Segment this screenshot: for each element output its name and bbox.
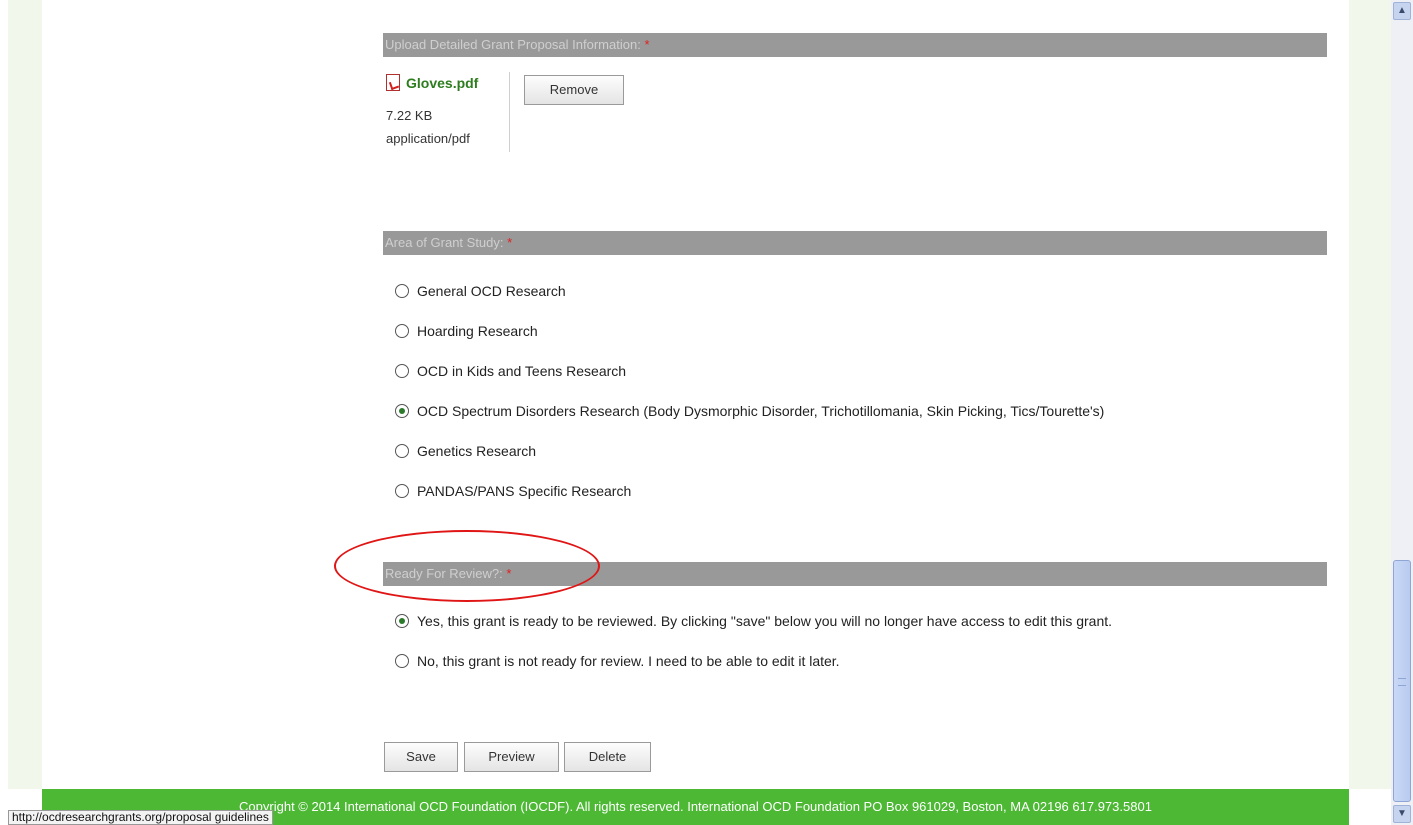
required-mark: * bbox=[644, 37, 650, 52]
area-option-general[interactable]: General OCD Research bbox=[395, 281, 566, 301]
radio-button[interactable] bbox=[395, 654, 409, 668]
review-option-no[interactable]: No, this grant is not ready for review. … bbox=[395, 651, 840, 671]
file-name-link[interactable]: Gloves.pdf bbox=[406, 75, 478, 91]
vertical-scrollbar[interactable]: ▲ ▼ bbox=[1391, 0, 1413, 825]
upload-section-label: Upload Detailed Grant Proposal Informati… bbox=[385, 37, 641, 52]
annotation-circle bbox=[334, 530, 600, 602]
radio-button[interactable] bbox=[395, 444, 409, 458]
area-option-label: Hoarding Research bbox=[417, 323, 538, 339]
file-size: 7.22 KB bbox=[386, 108, 433, 123]
area-option-pandas[interactable]: PANDAS/PANS Specific Research bbox=[395, 481, 631, 501]
radio-button[interactable] bbox=[395, 324, 409, 338]
area-option-kids-teens[interactable]: OCD in Kids and Teens Research bbox=[395, 361, 626, 381]
status-bar-url: http://ocdresearchgrants.org/proposal gu… bbox=[8, 810, 273, 825]
review-option-yes[interactable]: Yes, this grant is ready to be reviewed.… bbox=[395, 611, 1112, 631]
right-gutter bbox=[1349, 0, 1391, 789]
area-option-spectrum[interactable]: OCD Spectrum Disorders Research (Body Dy… bbox=[395, 401, 1104, 421]
radio-button[interactable] bbox=[395, 284, 409, 298]
area-option-label: PANDAS/PANS Specific Research bbox=[417, 483, 632, 499]
review-option-label: No, this grant is not ready for review. … bbox=[417, 653, 840, 669]
required-mark: * bbox=[507, 235, 513, 250]
area-option-label: OCD in Kids and Teens Research bbox=[417, 363, 627, 379]
scroll-up-arrow-icon[interactable]: ▲ bbox=[1393, 2, 1411, 20]
scroll-thumb[interactable] bbox=[1393, 560, 1411, 802]
area-option-label: Genetics Research bbox=[417, 443, 537, 459]
file-mime-type: application/pdf bbox=[386, 131, 470, 146]
remove-file-button[interactable]: Remove bbox=[524, 75, 624, 105]
area-option-label: General OCD Research bbox=[417, 283, 566, 299]
delete-button[interactable]: Delete bbox=[564, 742, 651, 772]
radio-button[interactable] bbox=[395, 364, 409, 378]
review-option-label: Yes, this grant is ready to be reviewed.… bbox=[417, 613, 1113, 629]
save-button[interactable]: Save bbox=[384, 742, 458, 772]
radio-button-selected[interactable] bbox=[395, 614, 409, 628]
radio-button-selected[interactable] bbox=[395, 404, 409, 418]
area-option-label: OCD Spectrum Disorders Research (Body Dy… bbox=[417, 403, 1105, 419]
scroll-grip-icon bbox=[1398, 678, 1406, 686]
radio-button[interactable] bbox=[395, 484, 409, 498]
area-section-header: Area of Grant Study: * bbox=[383, 231, 1327, 255]
area-option-hoarding[interactable]: Hoarding Research bbox=[395, 321, 538, 341]
area-section-label: Area of Grant Study: bbox=[385, 235, 504, 250]
footer-copyright: Copyright © 2014 International OCD Found… bbox=[239, 799, 1152, 814]
area-option-genetics[interactable]: Genetics Research bbox=[395, 441, 536, 461]
upload-section-header: Upload Detailed Grant Proposal Informati… bbox=[383, 33, 1327, 57]
preview-button[interactable]: Preview bbox=[464, 742, 559, 772]
uploaded-file: Gloves.pdf 7.22 KB application/pdf bbox=[386, 72, 510, 152]
pdf-icon bbox=[386, 74, 400, 91]
scroll-down-arrow-icon[interactable]: ▼ bbox=[1393, 805, 1411, 823]
